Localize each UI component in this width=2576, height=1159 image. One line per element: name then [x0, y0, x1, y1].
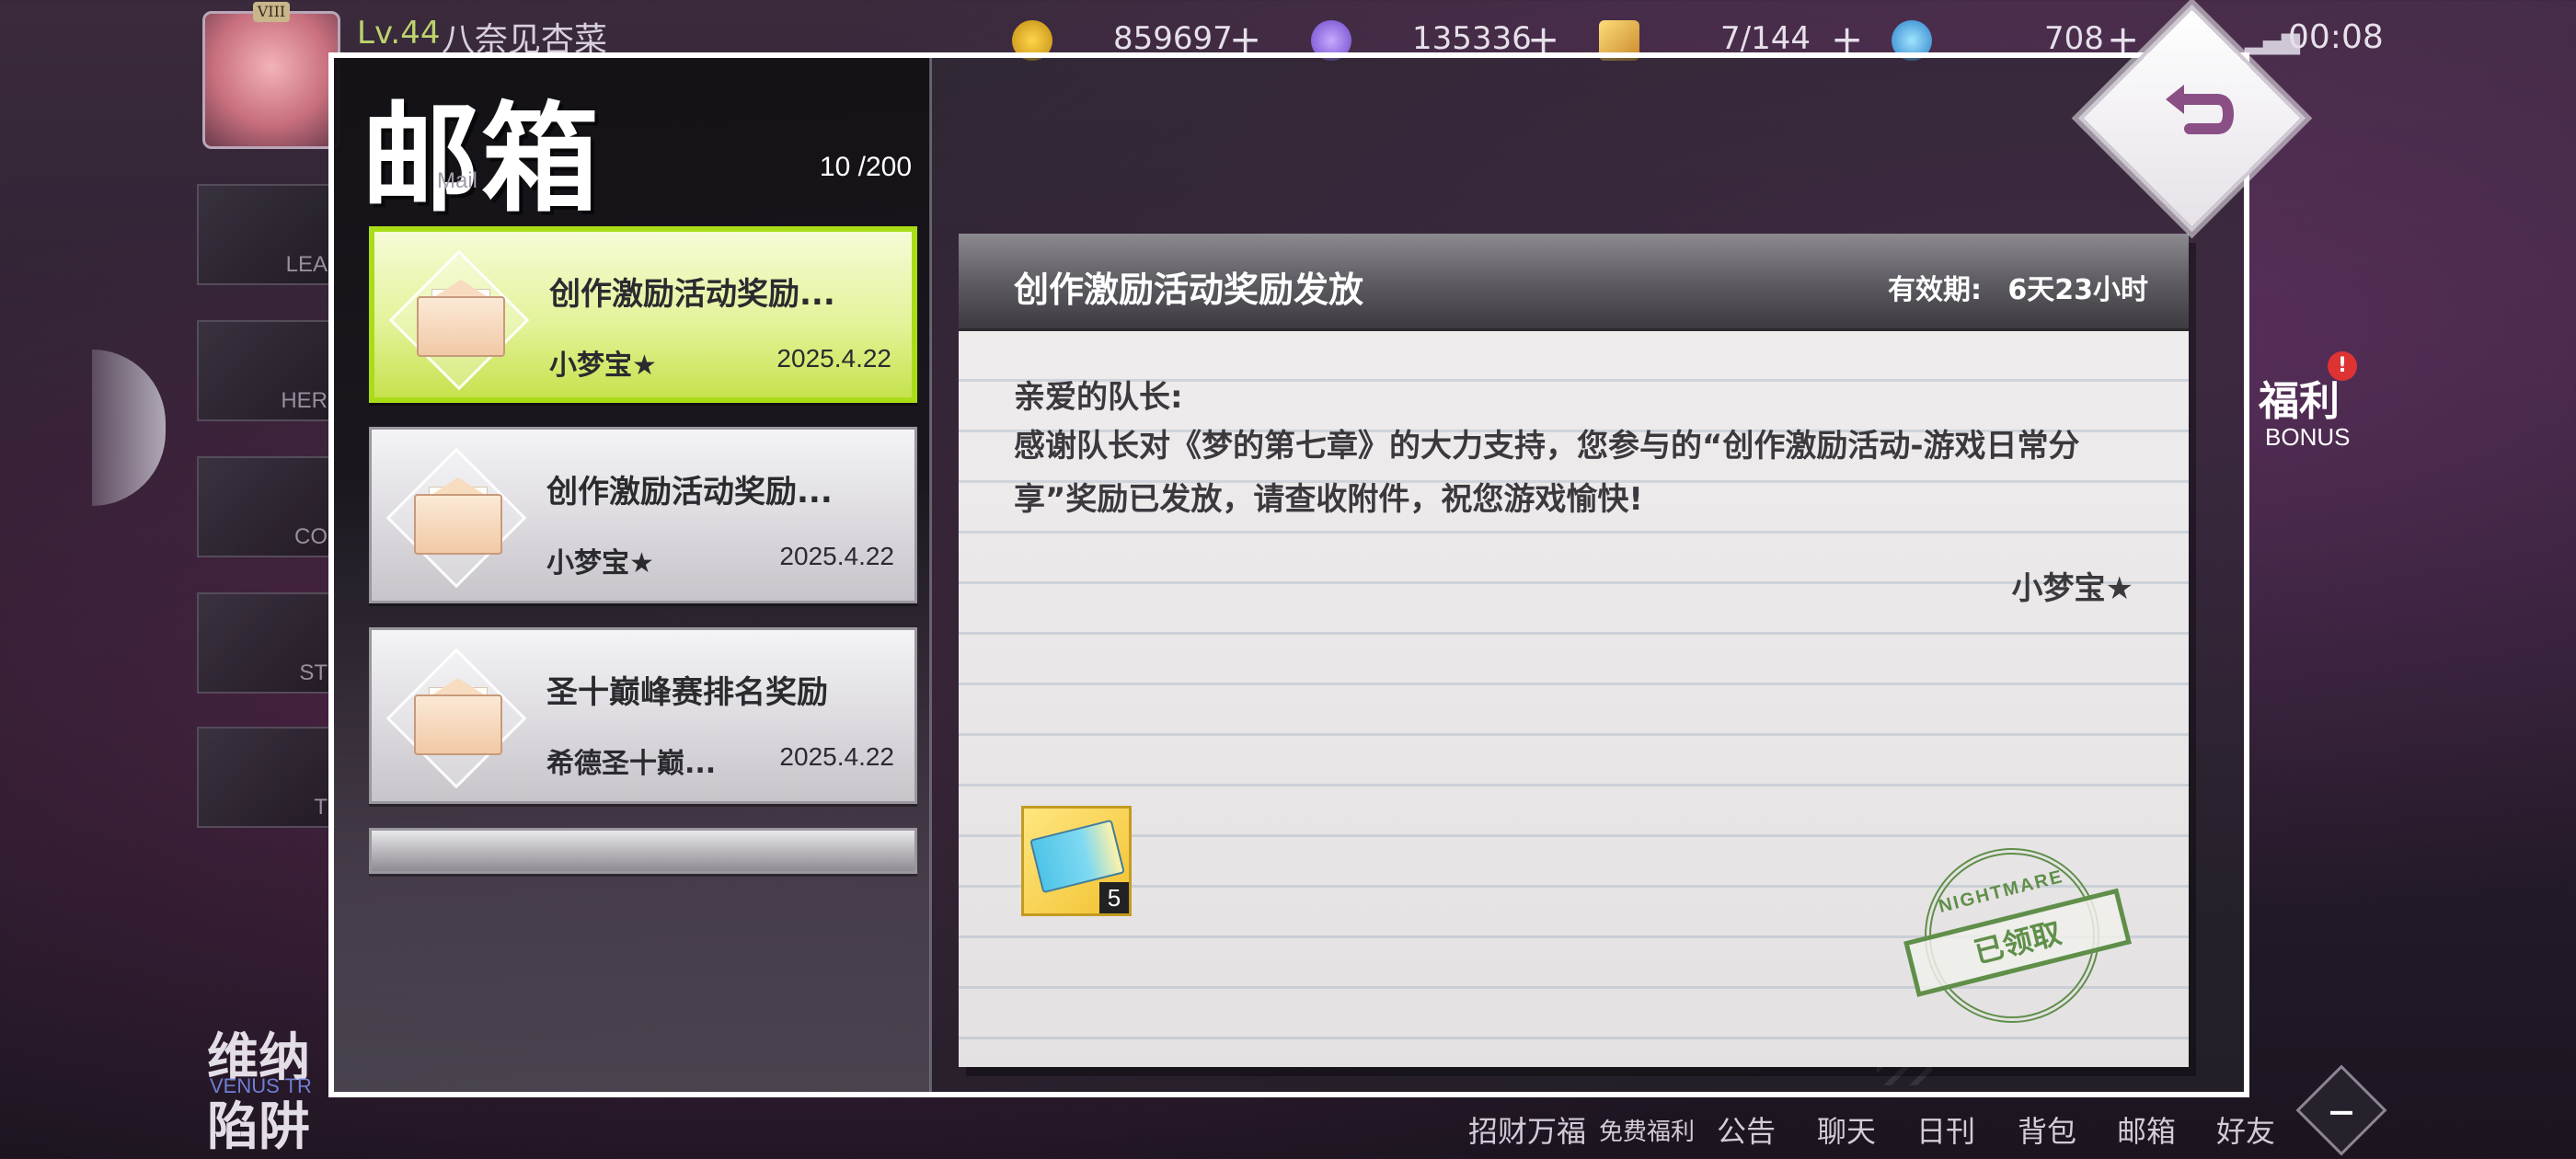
welfare-sub-label: BONUS	[2265, 423, 2351, 451]
mail-item-title: 创作激励活动奖励...	[549, 276, 835, 313]
mail-detail-title: 创作激励活动奖励发放	[1014, 270, 1364, 310]
collapse-menu-button[interactable]	[2295, 1064, 2387, 1156]
side-menu-label: LEA	[285, 252, 328, 277]
nav-bag[interactable]: 背包	[2018, 1108, 2076, 1151]
player-avatar[interactable]	[202, 11, 340, 149]
side-dial[interactable]	[92, 350, 166, 506]
mail-item-date: 2025.4.22	[779, 542, 894, 570]
mail-list-panel: 邮箱 Mail 10 /200 创作激励活动奖励... 小梦宝★ 2025.4.…	[334, 58, 932, 1092]
mail-item-sender: 希德圣十巅...	[546, 748, 717, 780]
page-subtitle: Mail	[437, 168, 478, 193]
mail-item-partial[interactable]	[369, 828, 917, 874]
player-level: Lv.44	[357, 15, 441, 52]
nav-friends[interactable]: 好友	[2216, 1108, 2275, 1151]
nav-chat[interactable]: 聊天	[1817, 1108, 1876, 1151]
mail-item-date: 2025.4.22	[779, 742, 894, 771]
side-menu-label: CO	[294, 524, 328, 549]
clock: 00:08	[2288, 18, 2384, 56]
mail-detail-panel: 创作激励活动奖励发放 有效期: 6天23小时 亲爱的队长: 感谢队长对《梦的第七…	[959, 234, 2189, 1067]
envelope-icon	[388, 249, 530, 391]
side-menu-team[interactable]: LEA	[197, 184, 335, 285]
side-menu-store[interactable]: ST	[197, 592, 335, 694]
side-menu-label: HER	[281, 388, 328, 413]
attachment-quantity: 5	[1099, 882, 1129, 913]
expiry-value: 6天23小时	[2007, 274, 2148, 306]
event-banner-title-2: 陷阱	[207, 1096, 310, 1157]
mail-item[interactable]: 创作激励活动奖励... 小梦宝★ 2025.4.22	[369, 427, 917, 603]
avatar-rank-badge: VIII	[253, 2, 290, 22]
side-menu-label: ST	[299, 660, 328, 685]
claimed-stamp: NIGHTMARE 已领取	[1903, 829, 2132, 1042]
envelope-icon	[385, 648, 527, 789]
side-menu-task[interactable]: T	[197, 727, 335, 828]
mail-item[interactable]: 创作激励活动奖励... 小梦宝★ 2025.4.22	[369, 226, 917, 403]
mail-item[interactable]: 圣十巅峰赛排名奖励 希德圣十巅... 2025.4.22	[369, 627, 917, 804]
mail-list[interactable]: 创作激励活动奖励... 小梦宝★ 2025.4.22 创作激励活动奖励... 小…	[369, 226, 921, 925]
butterfly-amount: 135336	[1412, 20, 1532, 57]
nav-recruit[interactable]: 招财万福	[1468, 1108, 1586, 1151]
side-menu-collection[interactable]: CO	[197, 456, 335, 557]
mail-count: 10 /200	[819, 152, 912, 182]
mail-body-paper: 亲爱的队长: 感谢队长对《梦的第七章》的大力支持，您参与的“创作激励活动-游戏日…	[959, 331, 2189, 1067]
mail-item-sender: 小梦宝★	[549, 350, 657, 382]
mail-window: 邮箱 Mail 10 /200 创作激励活动奖励... 小梦宝★ 2025.4.…	[328, 52, 2249, 1097]
stamina-amount: 7/144	[1720, 20, 1811, 57]
diamond-amount: 708	[2044, 20, 2104, 57]
nav-mail[interactable]: 邮箱	[2117, 1108, 2176, 1151]
mail-item-title: 圣十巅峰赛排名奖励	[546, 674, 828, 711]
welfare-button[interactable]: 福利	[2259, 368, 2340, 427]
attachment-item[interactable]: 5	[1021, 806, 1132, 916]
side-menu-heroes[interactable]: HER	[197, 320, 335, 421]
mail-salutation: 亲爱的队长:	[1014, 379, 1183, 416]
mail-body-text: 感谢队长对《梦的第七章》的大力支持，您参与的“创作激励活动-游戏日常分享”奖励已…	[1014, 428, 2080, 518]
mail-item-date: 2025.4.22	[776, 344, 891, 373]
nav-free-welfare[interactable]: 免费福利	[1599, 1113, 1695, 1147]
mail-detail-header: 创作激励活动奖励发放 有效期: 6天23小时	[959, 234, 2189, 331]
mail-item-title: 创作激励活动奖励...	[546, 474, 833, 511]
mail-item-sender: 小梦宝★	[546, 547, 654, 580]
envelope-icon	[385, 447, 527, 589]
nav-daily[interactable]: 日刊	[1916, 1108, 1975, 1151]
side-menu-label: T	[314, 795, 328, 820]
page-title: 邮箱	[362, 90, 602, 228]
mail-signature: 小梦宝★	[2011, 570, 2133, 607]
expiry-label: 有效期:	[1888, 274, 1982, 306]
nav-announcement[interactable]: 公告	[1717, 1108, 1776, 1151]
back-arrow-icon	[2166, 85, 2235, 134]
gold-amount: 859697	[1113, 20, 1233, 57]
